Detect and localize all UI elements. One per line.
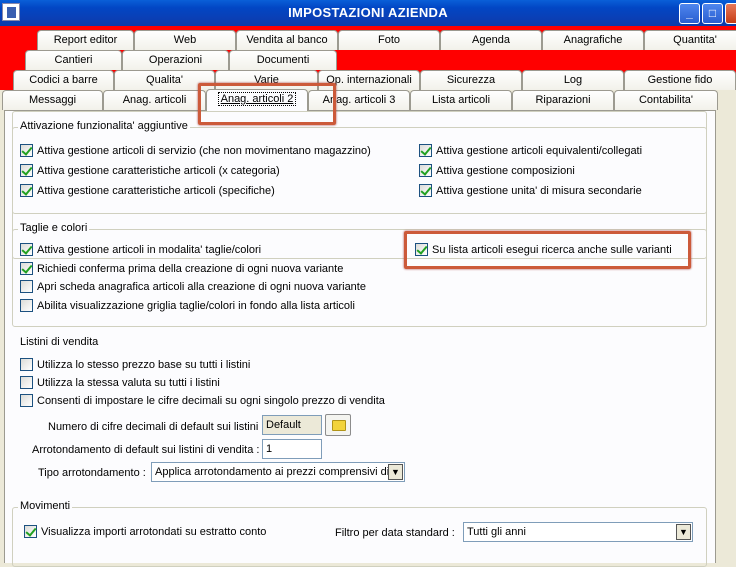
checkbox-conferma-variante[interactable]: Richiedi conferma prima della creazione … [20,262,343,278]
checkbox-box[interactable] [20,280,33,293]
checkbox-box[interactable] [20,394,33,407]
checkbox-stessa-valuta[interactable]: Utilizza la stessa valuta su tutti i lis… [20,376,220,392]
tab-sicurezza[interactable]: Sicurezza [420,70,522,90]
tab-contabilita[interactable]: Contabilita' [614,90,718,110]
tab-web[interactable]: Web [134,30,236,50]
tipo-arrotondamento-value: Applica arrotondamento ai prezzi compren… [155,466,390,478]
tab-operazioni[interactable]: Operazioni [122,50,229,70]
checkbox-label: Utilizza la stessa valuta su tutti i lis… [37,377,220,389]
arrotondamento-field[interactable]: 1 [262,439,322,459]
checkbox-box[interactable] [20,299,33,312]
checkbox-label: Consenti di impostare le cifre decimali … [37,395,385,407]
tab-messaggi[interactable]: Messaggi [2,90,103,110]
tab-documenti[interactable]: Documenti [229,50,337,70]
title-bar: IMPOSTAZIONI AZIENDA _ □ [0,0,736,26]
arrotondamento-label: Arrotondamento di default sui listini di… [32,444,260,456]
tab-codici-a-barre[interactable]: Codici a barre [13,70,114,90]
group-movimenti-title: Movimenti [18,500,73,512]
tab-foto[interactable]: Foto [338,30,440,50]
tab-agenda[interactable]: Agenda [440,30,542,50]
folder-icon [332,420,346,431]
tab-lista-articoli[interactable]: Lista articoli [410,90,512,110]
checkbox-label: Abilita visualizzazione griglia taglie/c… [37,300,355,312]
highlight-tab [198,83,336,125]
folder-button[interactable] [325,414,351,436]
filtro-data-label: Filtro per data standard : [335,527,455,539]
chevron-down-icon[interactable]: ▼ [676,524,691,540]
filtro-data-select[interactable]: Tutti gli anni [463,522,693,542]
maximize-button[interactable]: □ [702,3,723,24]
tab-gestione-fido[interactable]: Gestione fido [624,70,736,90]
checkbox-cifre-decimali[interactable]: Consenti di impostare le cifre decimali … [20,394,385,410]
checkbox-label: Richiedi conferma prima della creazione … [37,263,344,275]
decimali-field[interactable]: Default [262,415,322,435]
checkbox-box[interactable] [20,262,33,275]
checkbox-label: Apri scheda anagrafica articoli alla cre… [37,281,366,293]
checkbox-box[interactable] [20,358,33,371]
minimize-button[interactable]: _ [679,3,700,24]
tab-vendita-al-banco[interactable]: Vendita al banco [236,30,338,50]
highlight-checkbox [404,231,691,269]
checkbox-importi-arrotondati[interactable]: Visualizza importi arrotondati su estrat… [24,525,266,541]
tab-report-editor[interactable]: Report editor [37,30,134,50]
window-edge [716,110,736,563]
tipo-arrotondamento-label: Tipo arrotondamento : [38,467,146,479]
close-button[interactable] [725,3,736,24]
checkbox-griglia-taglie[interactable]: Abilita visualizzazione griglia taglie/c… [20,299,355,315]
checkbox-label: Visualizza importi arrotondati su estrat… [41,526,267,538]
checkbox-label: Utilizza lo stesso prezzo base su tutti … [37,359,251,371]
tab-anag-articoli[interactable]: Anag. articoli [103,90,206,110]
window-title: IMPOSTAZIONI AZIENDA [288,5,448,20]
chevron-down-icon[interactable]: ▼ [388,464,403,480]
group-listini-title: Listini di vendita [18,336,101,348]
checkbox-box[interactable] [24,525,37,538]
tab-quantita[interactable]: Quantita' [644,30,736,50]
tab-log[interactable]: Log [522,70,624,90]
checkbox-stesso-prezzo[interactable]: Utilizza lo stesso prezzo base su tutti … [20,358,250,374]
tab-anagrafiche[interactable]: Anagrafiche [542,30,644,50]
tab-riparazioni[interactable]: Riparazioni [512,90,614,110]
checkbox-box[interactable] [20,376,33,389]
filtro-data-value: Tutti gli anni [467,526,526,538]
tab-cantieri[interactable]: Cantieri [25,50,122,70]
tab-panel: Attivazione funzionalita' aggiuntive Att… [4,110,716,567]
decimali-label: Numero di cifre decimali di default sui … [48,421,265,433]
tipo-arrotondamento-select[interactable]: Applica arrotondamento ai prezzi compren… [151,462,405,482]
checkbox-apri-scheda-variante[interactable]: Apri scheda anagrafica articoli alla cre… [20,280,366,296]
